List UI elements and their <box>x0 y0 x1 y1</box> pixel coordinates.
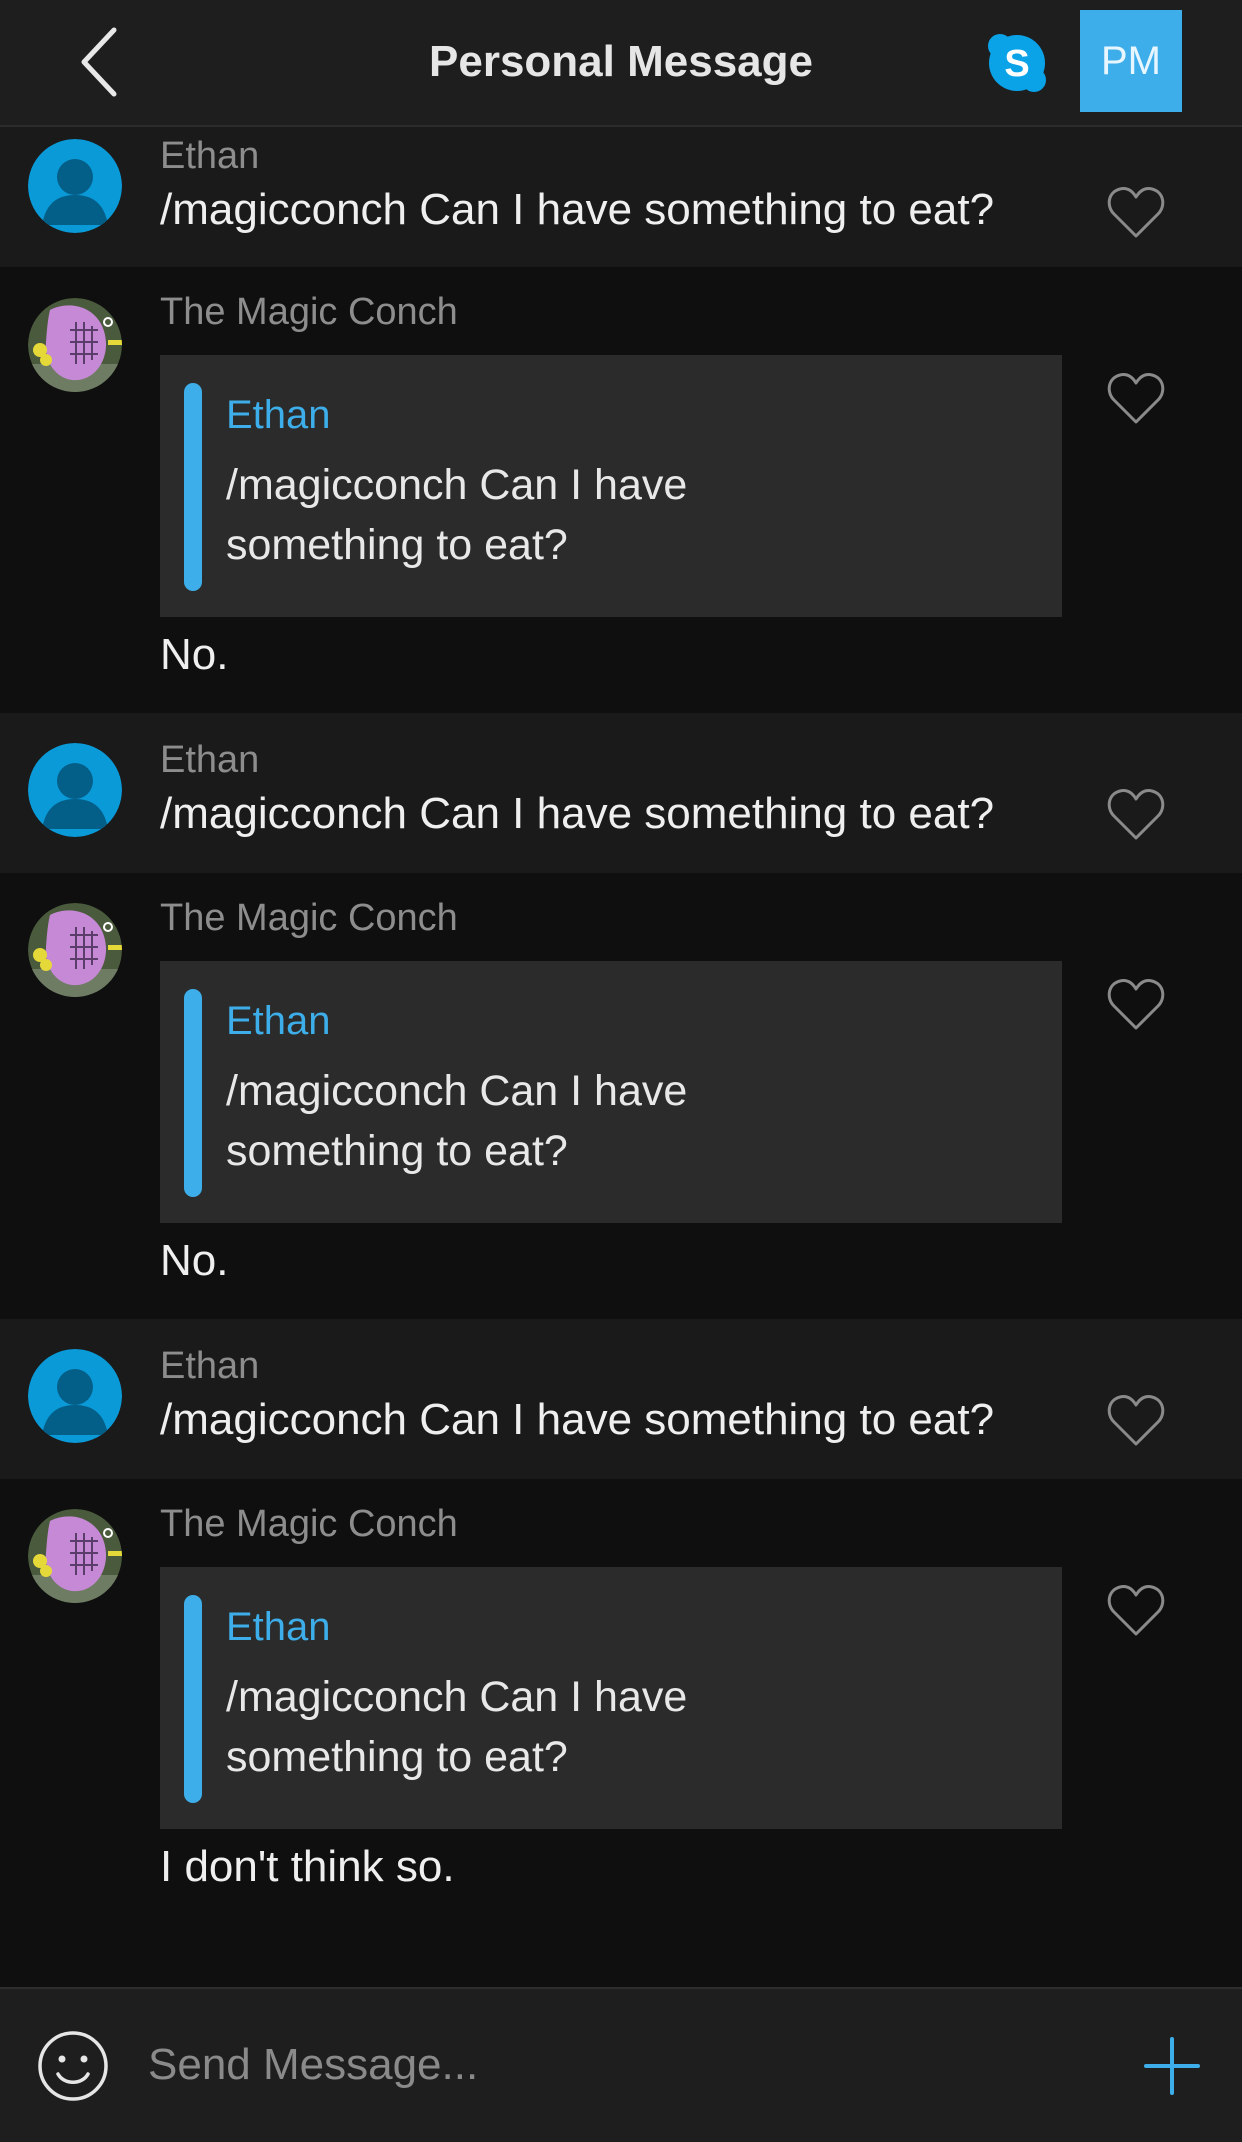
conch-avatar-icon <box>28 298 122 392</box>
add-attachment-button[interactable] <box>1144 2029 1200 2103</box>
like-button[interactable] <box>1106 184 1166 240</box>
svg-text:S: S <box>1004 43 1029 85</box>
quoted-message: Ethan /magicconch Can I have something t… <box>160 355 1062 617</box>
like-button[interactable] <box>1106 1582 1166 1638</box>
sender-name: Ethan <box>160 135 260 177</box>
quote-accent-bar <box>184 1595 202 1803</box>
message-text: /magicconch Can I have something to eat? <box>160 789 995 838</box>
message-row: The Magic Conch Ethan /magicconch Can I … <box>0 267 1242 713</box>
message-text: No. <box>160 1236 229 1285</box>
like-button[interactable] <box>1106 1392 1166 1448</box>
heart-icon <box>1107 1395 1165 1446</box>
chat-screen: Personal Message S PM Ethan /magicconch <box>0 0 1242 2142</box>
message-text: /magicconch Can I have something to eat? <box>160 1395 995 1444</box>
sender-name: The Magic Conch <box>160 291 458 333</box>
avatar[interactable] <box>28 298 122 392</box>
message-row: The Magic Conch Ethan /magicconch Can I … <box>0 873 1242 1319</box>
like-button[interactable] <box>1106 370 1166 426</box>
message-list[interactable]: Ethan /magicconch Can I have something t… <box>0 127 1242 1987</box>
chevron-left-icon <box>81 27 117 97</box>
quoted-sender: Ethan <box>226 999 331 1043</box>
quoted-text: /magicconch Can I have something to eat? <box>226 461 688 569</box>
quoted-text: /magicconch Can I have something to eat? <box>226 1067 688 1175</box>
skype-icon: S <box>988 34 1046 92</box>
message-text: /magicconch Can I have something to eat? <box>160 185 995 234</box>
sender-name: Ethan <box>160 1345 260 1387</box>
smiley-icon <box>38 2031 108 2101</box>
quote-accent-bar <box>184 383 202 591</box>
skype-button[interactable]: S <box>986 32 1048 94</box>
message-row: The Magic Conch Ethan /magicconch Can I … <box>0 1479 1242 1987</box>
quote-accent-bar <box>184 989 202 1197</box>
heart-icon <box>1107 187 1165 238</box>
emoji-button[interactable] <box>36 2029 110 2103</box>
message-row: Ethan /magicconch Can I have something t… <box>0 1319 1242 1479</box>
heart-icon <box>1107 789 1165 840</box>
avatar[interactable] <box>28 139 122 233</box>
heart-icon <box>1107 1585 1165 1636</box>
avatar[interactable] <box>28 1509 122 1603</box>
message-row: Ethan /magicconch Can I have something t… <box>0 127 1242 267</box>
back-button[interactable] <box>60 20 140 104</box>
user-silhouette-icon <box>28 139 122 233</box>
header-bar: Personal Message S PM <box>0 0 1242 127</box>
heart-icon <box>1107 979 1165 1030</box>
message-row: Ethan /magicconch Can I have something t… <box>0 713 1242 873</box>
conch-avatar-icon <box>28 903 122 997</box>
quoted-message: Ethan /magicconch Can I have something t… <box>160 1567 1062 1829</box>
user-silhouette-icon <box>28 1349 122 1443</box>
pm-button[interactable]: PM <box>1080 10 1182 112</box>
message-text: I don't think so. <box>160 1842 455 1891</box>
avatar[interactable] <box>28 903 122 997</box>
message-input[interactable] <box>146 2019 1110 2111</box>
conch-avatar-icon <box>28 1509 122 1603</box>
avatar[interactable] <box>28 1349 122 1443</box>
like-button[interactable] <box>1106 786 1166 842</box>
message-composer <box>0 1987 1242 2142</box>
quoted-sender: Ethan <box>226 1605 331 1649</box>
quoted-message: Ethan /magicconch Can I have something t… <box>160 961 1062 1223</box>
sender-name: The Magic Conch <box>160 897 458 939</box>
plus-icon <box>1144 2037 1200 2095</box>
like-button[interactable] <box>1106 976 1166 1032</box>
user-silhouette-icon <box>28 743 122 837</box>
quoted-sender: Ethan <box>226 393 331 437</box>
message-text: No. <box>160 630 229 679</box>
heart-icon <box>1107 373 1165 424</box>
sender-name: Ethan <box>160 739 260 781</box>
avatar[interactable] <box>28 743 122 837</box>
quoted-text: /magicconch Can I have something to eat? <box>226 1673 688 1781</box>
page-title: Personal Message <box>429 37 813 86</box>
sender-name: The Magic Conch <box>160 1503 458 1545</box>
